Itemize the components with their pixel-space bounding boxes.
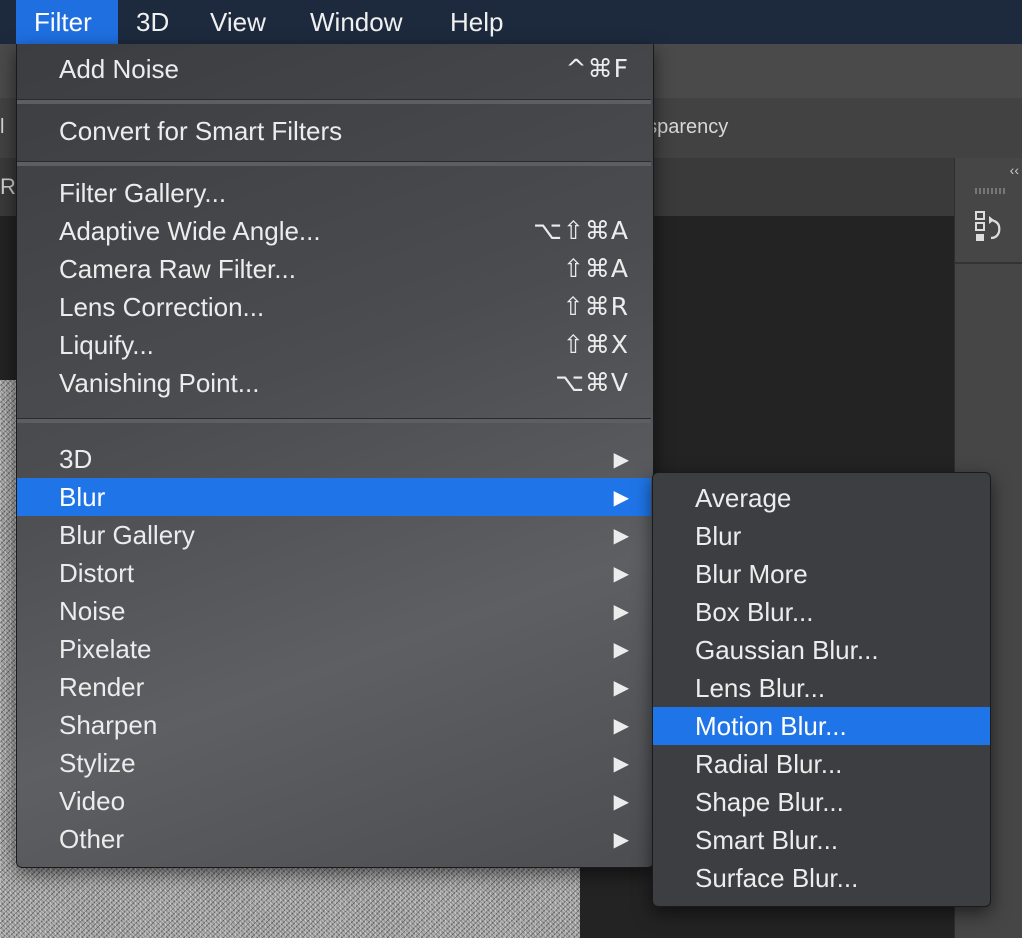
menu-separator <box>17 161 651 166</box>
menu-item-label: Convert for Smart Filters <box>59 116 343 146</box>
menu-item-label: Video <box>59 786 126 816</box>
menu-filter[interactable]: Filter <box>16 0 118 44</box>
menu-item-label: Smart Blur... <box>695 825 839 855</box>
blur-item-box-blur[interactable]: Box Blur... <box>653 593 990 631</box>
menu-item-shortcut: ^⌘F <box>565 54 629 83</box>
submenu-distort[interactable]: Distort ▶ <box>17 554 651 592</box>
menu-item-convert-smart-filters[interactable]: Convert for Smart Filters <box>17 112 651 150</box>
menu-item-label: Blur <box>695 521 742 551</box>
menu-item-label: Blur Gallery <box>59 520 195 550</box>
submenu-video[interactable]: Video ▶ <box>17 782 651 820</box>
blur-item-gaussian-blur[interactable]: Gaussian Blur... <box>653 631 990 669</box>
menu-item-label: Vanishing Point... <box>59 368 260 398</box>
blur-item-blur[interactable]: Blur <box>653 517 990 555</box>
submenu-other[interactable]: Other ▶ <box>17 820 651 858</box>
app-menubar: Filter 3D View Window Help <box>0 0 1022 45</box>
menu-window[interactable]: Window <box>292 0 420 44</box>
submenu-arrow-icon: ▶ <box>613 447 629 471</box>
submenu-blur-gallery[interactable]: Blur Gallery ▶ <box>17 516 651 554</box>
panel-divider <box>955 262 1022 264</box>
menu-separator <box>17 99 651 104</box>
submenu-3d[interactable]: 3D ▶ <box>17 440 651 478</box>
menu-item-label: Box Blur... <box>695 597 814 627</box>
menu-item-label: Pixelate <box>59 634 152 664</box>
submenu-arrow-icon: ▶ <box>613 675 629 699</box>
submenu-sharpen[interactable]: Sharpen ▶ <box>17 706 651 744</box>
menu-view[interactable]: View <box>192 0 284 44</box>
blur-item-motion-blur[interactable]: Motion Blur... <box>653 707 990 745</box>
menu-item-label: Average <box>695 483 792 513</box>
menu-item-shortcut: ⇧⌘A <box>562 254 629 283</box>
submenu-arrow-icon: ▶ <box>613 485 629 509</box>
menu-item-label: Lens Correction... <box>59 292 265 322</box>
menu-item-vanishing-point[interactable]: Vanishing Point... ⌥⌘V <box>17 364 651 402</box>
collapse-panels-icon[interactable]: ‹‹ <box>1010 162 1019 178</box>
blur-item-shape-blur[interactable]: Shape Blur... <box>653 783 990 821</box>
submenu-arrow-icon: ▶ <box>613 561 629 585</box>
menu-item-label: Blur More <box>695 559 808 589</box>
menu-item-label: Shape Blur... <box>695 787 844 817</box>
blur-item-smart-blur[interactable]: Smart Blur... <box>653 821 990 859</box>
blur-item-average[interactable]: Average <box>653 479 990 517</box>
menu-item-lens-correction[interactable]: Lens Correction... ⇧⌘R <box>17 288 651 326</box>
submenu-arrow-icon: ▶ <box>613 751 629 775</box>
submenu-pixelate[interactable]: Pixelate ▶ <box>17 630 651 668</box>
menu-item-label: Add Noise <box>59 54 179 84</box>
menu-item-adaptive-wide-angle[interactable]: Adaptive Wide Angle... ⌥⇧⌘A <box>17 212 651 250</box>
menu-item-label: Adaptive Wide Angle... <box>59 216 321 246</box>
menu-item-shortcut: ⇧⌘X <box>562 330 629 359</box>
menu-item-label: Filter Gallery... <box>59 178 227 208</box>
menu-item-shortcut: ⌥⌘V <box>555 368 629 397</box>
submenu-arrow-icon: ▶ <box>613 637 629 661</box>
menu-help[interactable]: Help <box>432 0 521 44</box>
menu-item-shortcut: ⌥⇧⌘A <box>533 216 629 245</box>
blur-item-blur-more[interactable]: Blur More <box>653 555 990 593</box>
menu-item-label: Lens Blur... <box>695 673 826 703</box>
menu-item-label: Distort <box>59 558 135 588</box>
filter-menu: Add Noise ^⌘F Convert for Smart Filters … <box>16 44 654 868</box>
submenu-arrow-icon: ▶ <box>613 523 629 547</box>
menu-item-label: Gaussian Blur... <box>695 635 879 665</box>
menu-item-camera-raw-filter[interactable]: Camera Raw Filter... ⇧⌘A <box>17 250 651 288</box>
menu-item-label: Other <box>59 824 125 854</box>
blur-item-lens-blur[interactable]: Lens Blur... <box>653 669 990 707</box>
submenu-arrow-icon: ▶ <box>613 827 629 851</box>
blur-item-surface-blur[interactable]: Surface Blur... <box>653 859 990 897</box>
options-left-fragment: l <box>0 116 5 138</box>
submenu-blur[interactable]: Blur ▶ <box>17 478 651 516</box>
submenu-arrow-icon: ▶ <box>613 789 629 813</box>
panel-grip[interactable] <box>975 188 1005 194</box>
menu-item-label: Noise <box>59 596 126 626</box>
blur-item-radial-blur[interactable]: Radial Blur... <box>653 745 990 783</box>
menu-item-label: Radial Blur... <box>695 749 843 779</box>
menu-item-label: Liquify... <box>59 330 154 360</box>
menu-item-label: Sharpen <box>59 710 158 740</box>
submenu-arrow-icon: ▶ <box>613 599 629 623</box>
history-icon[interactable] <box>975 210 1005 251</box>
menu-item-label: Motion Blur... <box>695 711 847 741</box>
menu-item-label: Camera Raw Filter... <box>59 254 296 284</box>
menu-item-label: Render <box>59 672 145 702</box>
menu-item-label: Stylize <box>59 748 136 778</box>
menu-item-label: 3D <box>59 444 93 474</box>
menu-item-label: Surface Blur... <box>695 863 859 893</box>
blur-submenu: Average Blur Blur More Box Blur... Gauss… <box>652 472 991 907</box>
menu-3d[interactable]: 3D <box>118 0 187 44</box>
menu-item-filter-gallery[interactable]: Filter Gallery... <box>17 174 651 212</box>
menu-item-label: Blur <box>59 482 106 512</box>
submenu-stylize[interactable]: Stylize ▶ <box>17 744 651 782</box>
submenu-noise[interactable]: Noise ▶ <box>17 592 651 630</box>
submenu-arrow-icon: ▶ <box>613 713 629 737</box>
menu-item-add-noise[interactable]: Add Noise ^⌘F <box>17 50 651 88</box>
menu-item-shortcut: ⇧⌘R <box>562 292 629 321</box>
menu-separator <box>17 418 651 423</box>
menu-item-liquify[interactable]: Liquify... ⇧⌘X <box>17 326 651 364</box>
submenu-render[interactable]: Render ▶ <box>17 668 651 706</box>
